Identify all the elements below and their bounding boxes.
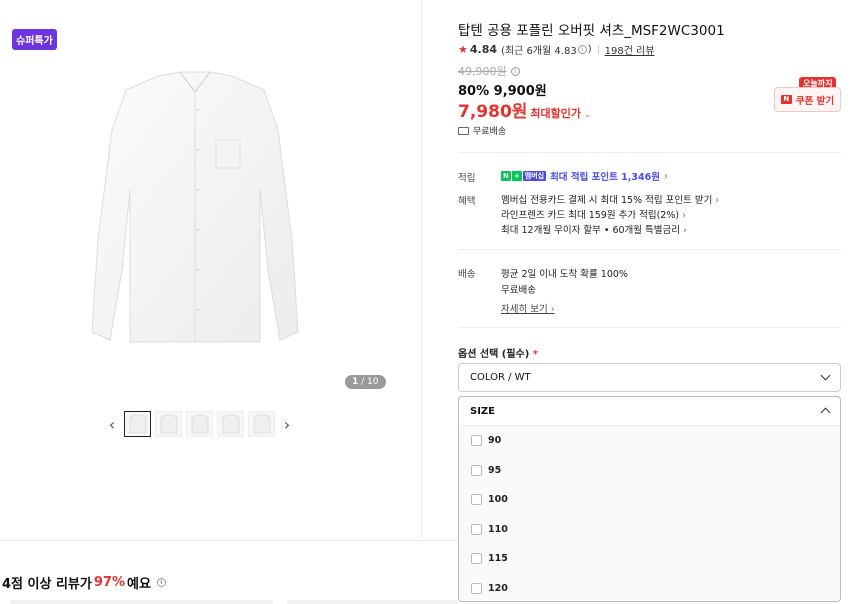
rating-recent-close: )	[587, 44, 592, 55]
review-count-link[interactable]: 198건 리뷰	[605, 42, 655, 57]
points-label: 적립	[458, 173, 476, 184]
product-gallery: 슈퍼특가 1 / 10 ‹ ›	[0, 0, 422, 540]
review-summary: 4점 이상 리뷰가 97% 예요 i	[2, 573, 167, 592]
benefit-link[interactable]: 라인프렌즈 카드 최대 159원 추가 적립(2%) ›	[501, 207, 686, 221]
checkbox-icon	[471, 553, 482, 565]
rating-row: ★ 4.84 (최근 6개월 4.83 i ) 198건 리뷰	[458, 42, 654, 57]
points-text: 최대 적립 포인트 1,346원	[550, 172, 660, 183]
chevron-down-icon: ⌄	[584, 110, 592, 120]
thumbnail[interactable]	[186, 411, 213, 437]
points-link[interactable]: N + 멤버십 최대 적립 포인트 1,346원 ›	[501, 169, 668, 183]
thumbnail[interactable]	[124, 411, 151, 437]
shipping-detail-link[interactable]: 자세히 보기 ›	[501, 301, 555, 315]
chevron-right-icon: ›	[663, 170, 668, 182]
checkbox-icon	[471, 523, 482, 535]
size-option[interactable]: 95	[459, 456, 840, 486]
star-icon: ★	[458, 43, 468, 56]
chevron-down-icon	[820, 370, 831, 381]
shipping-label: 배송	[458, 269, 476, 280]
thumb-prev-icon[interactable]: ‹	[104, 411, 120, 437]
free-shipping: 무료배송	[458, 124, 506, 137]
benefit-link[interactable]: 최대 12개월 무이자 할부 • 60개월 특별금리 ›	[501, 222, 687, 236]
info-icon[interactable]: i	[510, 66, 520, 76]
info-icon[interactable]: i	[577, 45, 587, 54]
option-title: 옵션 선택 (필수) *	[458, 349, 539, 360]
size-option[interactable]: 115	[459, 544, 840, 574]
checkbox-icon	[471, 435, 482, 447]
size-option[interactable]: 120	[459, 574, 840, 602]
divider	[458, 327, 841, 328]
max-discount-label: 최대할인가	[530, 107, 582, 120]
rating-recent: (최근 6개월 4.83	[501, 46, 577, 57]
review-card-edge	[287, 600, 458, 604]
chevron-right-icon: ›	[683, 225, 687, 236]
shipping-info: 평균 2일 이내 도착 확률 100%	[501, 269, 628, 280]
coupon-label: 쿠폰 받기	[795, 95, 835, 107]
chevron-right-icon: ›	[715, 195, 720, 206]
checkbox-icon	[471, 494, 482, 506]
divider	[597, 45, 599, 54]
naver-membership-icon: N + 멤버십	[501, 171, 547, 181]
original-price-value: 49,900원	[458, 65, 507, 78]
divider	[458, 152, 841, 153]
thumb-next-icon[interactable]: ›	[279, 411, 295, 437]
truck-icon	[458, 126, 469, 135]
size-option[interactable]: 110	[459, 515, 840, 545]
thumbnail[interactable]	[248, 411, 275, 437]
checkbox-icon	[471, 464, 482, 476]
chevron-right-icon: ›	[550, 304, 555, 315]
size-dropdown[interactable]: SIZE 90 95 100 110 115 120	[458, 396, 841, 602]
get-coupon-button[interactable]: N 쿠폰 받기	[774, 87, 841, 112]
color-select[interactable]: COLOR / WT	[458, 363, 841, 392]
thumbnail-strip: ‹ ›	[104, 411, 295, 437]
coupon-icon: N	[780, 95, 792, 104]
chevron-up-icon	[820, 407, 831, 418]
product-title: 탑텐 공용 포플린 오버핏 셔츠_MSF2WC3001	[458, 23, 725, 39]
review-summary-suffix: 예요	[126, 577, 151, 592]
max-discount-row[interactable]: 7,980원 최대할인가 ⌄	[458, 97, 592, 122]
super-deal-badge: 슈퍼특가	[12, 29, 57, 50]
chevron-right-icon: ›	[682, 210, 686, 221]
checkbox-icon	[471, 582, 482, 594]
size-option[interactable]: 90	[459, 426, 840, 456]
divider	[0, 540, 458, 541]
color-select-value: COLOR / WT	[470, 372, 531, 383]
original-price: 49,900원 i	[458, 63, 521, 79]
size-select-label: SIZE	[470, 405, 496, 417]
image-counter: 1 / 10	[345, 375, 386, 389]
benefit-link[interactable]: 멤버십 전용카드 결제 시 최대 15% 적립 포인트 받기 ›	[501, 192, 719, 206]
rating-score: 4.84	[469, 43, 498, 56]
size-option[interactable]: 100	[459, 485, 840, 515]
product-image[interactable]	[88, 70, 302, 352]
required-mark: *	[532, 349, 539, 360]
shipping-info: 무료배송	[501, 285, 536, 296]
thumbnail[interactable]	[217, 411, 244, 437]
review-summary-percent: 97%	[93, 575, 125, 590]
thumbnail[interactable]	[155, 411, 182, 437]
size-select-header[interactable]: SIZE	[459, 397, 840, 426]
size-list: 90 95 100 110 115 120	[459, 426, 840, 602]
divider	[458, 249, 841, 250]
max-discount-price: 7,980원	[458, 102, 528, 122]
benefits-label: 혜택	[458, 196, 476, 207]
free-shipping-label: 무료배송	[473, 127, 507, 137]
review-card-edge	[10, 600, 273, 604]
info-icon[interactable]: i	[156, 578, 166, 587]
review-summary-prefix: 4점 이상 리뷰가	[2, 577, 92, 592]
